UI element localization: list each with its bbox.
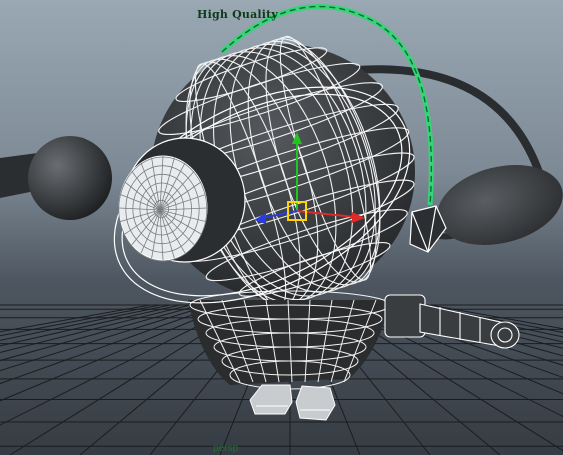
eye-lens xyxy=(118,137,246,263)
3d-viewport[interactable]: High Quality persp xyxy=(0,0,563,455)
robot-body xyxy=(188,290,391,390)
quality-label: High Quality xyxy=(197,8,279,21)
robot-feet xyxy=(249,384,336,421)
camera-label: persp xyxy=(213,443,239,454)
scene-canvas[interactable] xyxy=(0,0,563,455)
left-arm-sphere xyxy=(0,136,112,220)
side-gun xyxy=(384,294,520,349)
